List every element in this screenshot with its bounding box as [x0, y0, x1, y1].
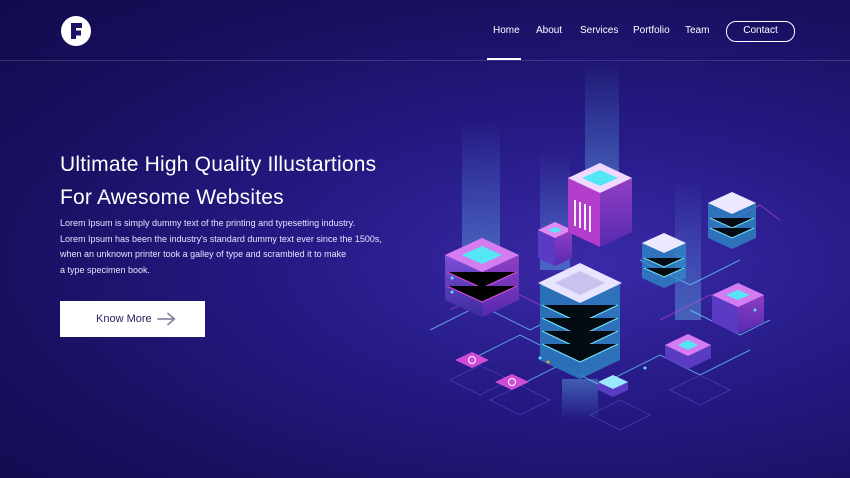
hero-description: Lorem Ipsum is simply dummy text of the …	[60, 216, 400, 278]
nav-services[interactable]: Services	[580, 25, 618, 36]
know-more-button[interactable]: Know More	[60, 301, 205, 337]
hero-text-line: Lorem Ipsum is simply dummy text of the …	[60, 218, 355, 228]
brand-logo-icon[interactable]	[61, 16, 91, 46]
nav-portfolio[interactable]: Portfolio	[633, 25, 670, 36]
nav-home[interactable]: Home	[493, 25, 520, 36]
arrow-right-icon	[157, 312, 177, 329]
hero-title-line-2: For Awesome Websites	[60, 186, 284, 209]
nav-team[interactable]: Team	[685, 25, 709, 36]
hero-text-line: when an unknown printer took a galley of…	[60, 249, 347, 259]
nav-about[interactable]: About	[536, 25, 562, 36]
hero-title-line-1: Ultimate High Quality Illustartions	[60, 153, 377, 176]
hero-title: Ultimate High Quality Illustartions For …	[60, 148, 420, 214]
hero-text-line: a type specimen book.	[60, 264, 151, 275]
know-more-label: Know More	[96, 313, 152, 325]
server-network-illustration	[410, 60, 790, 445]
hero-text-line: Lorem Ipsum has been the industry's stan…	[60, 233, 382, 244]
contact-button[interactable]: Contact	[726, 21, 795, 42]
navbar: Home About Services Portfolio Team Conta…	[0, 0, 850, 61]
